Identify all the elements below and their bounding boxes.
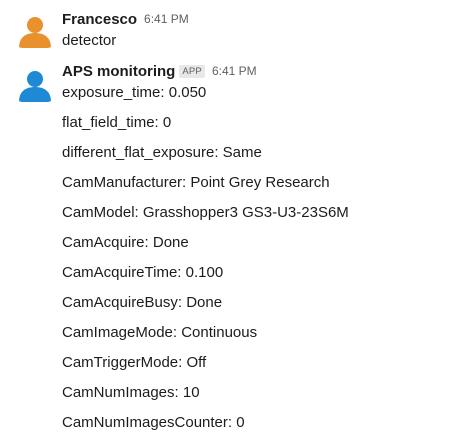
message-line: CamImageMode: Continuous [62, 324, 258, 341]
message-line: exposure_time: 0.050 [62, 84, 207, 101]
user-avatar[interactable] [17, 12, 53, 48]
message-line: CamNumImages: 10 [62, 384, 200, 401]
sender-name[interactable]: APS monitoring [62, 63, 175, 80]
message-line: CamNumImagesCounter: 0 [62, 414, 245, 431]
message-text: detector [62, 32, 117, 49]
person-icon [17, 66, 53, 102]
sender-name[interactable]: Francesco [62, 11, 137, 28]
message-timestamp[interactable]: 6:41 PM [212, 64, 257, 78]
message-line: CamTriggerMode: Off [62, 354, 207, 371]
message-line: CamManufacturer: Point Grey Research [62, 174, 330, 191]
message-line: different_flat_exposure: Same [62, 144, 262, 161]
message-line: CamAcquire: Done [62, 234, 189, 251]
message-timestamp[interactable]: 6:41 PM [144, 12, 189, 26]
app-badge: APP [179, 64, 205, 78]
app-avatar[interactable] [17, 66, 53, 102]
message-header: APS monitoring APP 6:41 PM [62, 61, 257, 81]
message-francesco: Francesco 6:41 PM detector [0, 0, 457, 60]
message-line: CamAcquireBusy: Done [62, 294, 223, 311]
message-header: Francesco 6:41 PM [62, 9, 189, 29]
person-icon [17, 12, 53, 48]
message-line: CamModel: Grasshopper3 GS3-U3-23S6M [62, 204, 349, 221]
message-line: flat_field_time: 0 [62, 114, 172, 131]
message-line: CamAcquireTime: 0.100 [62, 264, 224, 281]
